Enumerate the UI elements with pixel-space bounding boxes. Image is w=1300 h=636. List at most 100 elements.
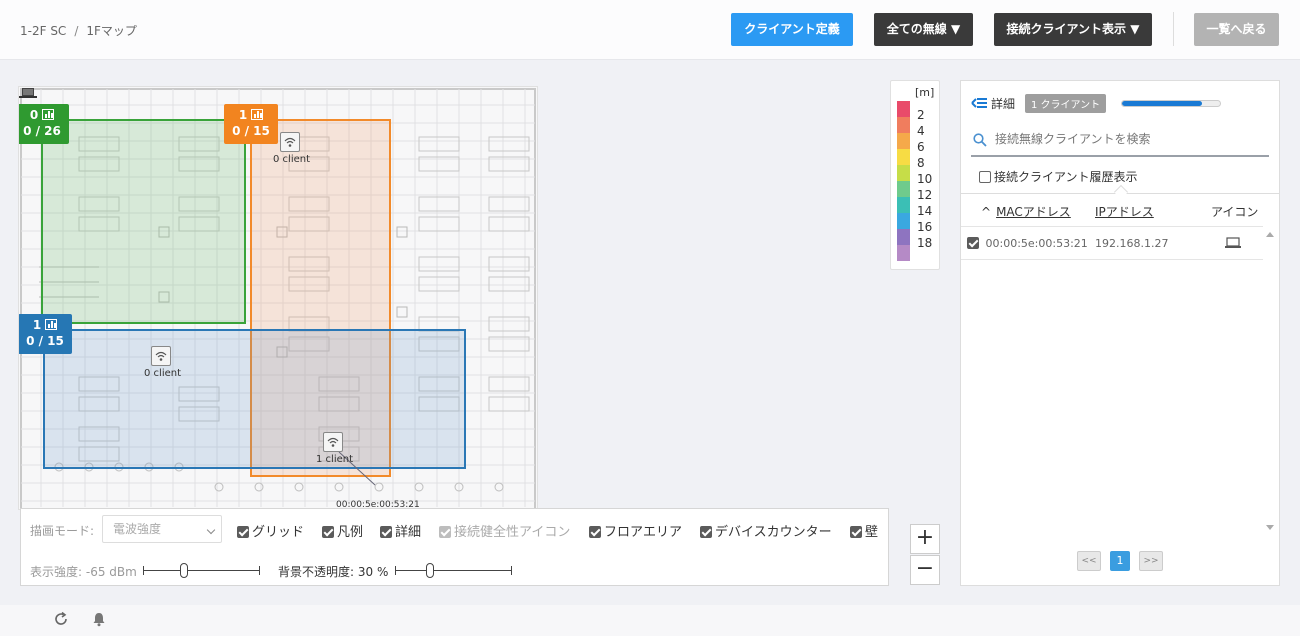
collapse-panel-icon[interactable] bbox=[971, 97, 987, 109]
legend-swatch bbox=[897, 197, 910, 213]
table-scrollbar[interactable] bbox=[1263, 226, 1277, 534]
option-device-counter[interactable]: デバイスカウンター bbox=[700, 521, 832, 540]
client-count-badge: 1 クライアント bbox=[1025, 94, 1107, 113]
refresh-icon[interactable] bbox=[53, 611, 69, 627]
legend-swatch bbox=[897, 165, 910, 181]
history-checkbox[interactable] bbox=[979, 171, 991, 183]
details-header[interactable]: 詳細 bbox=[971, 95, 1015, 112]
laptop-icon[interactable] bbox=[19, 87, 37, 99]
legend-swatch bbox=[897, 213, 910, 229]
signal-legend: [m] 2 4 6 8 10 12 14 16 18 bbox=[890, 80, 940, 270]
opacity-slider-track[interactable] bbox=[395, 566, 512, 575]
device-counter-blue[interactable]: 1 0 / 15 bbox=[19, 314, 72, 354]
counter-value: 0 bbox=[29, 108, 39, 122]
legend-level: 10 bbox=[917, 172, 933, 186]
bell-icon[interactable] bbox=[92, 611, 106, 627]
option-details[interactable]: 詳細 bbox=[380, 521, 421, 540]
row-mac: 00:00:5e:00:53:21 bbox=[967, 237, 1088, 250]
details-panel: 詳細 1 クライアント 接続クライアント履歴表示 ^MACアドレス IPアドレス… bbox=[960, 80, 1280, 586]
walls-checkbox[interactable] bbox=[850, 526, 862, 538]
legend-level: 2 bbox=[917, 108, 925, 122]
details-checkbox[interactable] bbox=[380, 526, 392, 538]
scroll-down-arrow[interactable] bbox=[1266, 525, 1274, 530]
floor-area-checkbox[interactable] bbox=[589, 526, 601, 538]
client-link-line bbox=[338, 451, 376, 486]
column-header-ip[interactable]: IPアドレス bbox=[1095, 203, 1154, 220]
legend-level: 6 bbox=[917, 140, 925, 154]
header-bar: 1-2F SC / 1Fマップ クライアント定義 全ての無線 ▼ 接続クライアント表… bbox=[0, 0, 1300, 60]
bar-chart-icon bbox=[42, 109, 55, 120]
device-counter-orange[interactable]: 1 0 / 15 bbox=[224, 104, 278, 144]
pager-prev-button[interactable]: << bbox=[1077, 551, 1101, 571]
header-divider bbox=[1173, 12, 1174, 46]
panel-divider-caret bbox=[1113, 184, 1129, 200]
load-progress-bar bbox=[1121, 100, 1221, 107]
option-grid[interactable]: グリッド bbox=[237, 521, 304, 540]
zoom-out-button[interactable]: − bbox=[910, 555, 940, 585]
laptop-icon bbox=[1225, 237, 1241, 248]
ap-client-count: 0 client bbox=[144, 368, 182, 379]
ap-client-count: 0 client bbox=[273, 154, 311, 165]
history-toggle[interactable]: 接続クライアント履歴表示 bbox=[979, 168, 1138, 185]
bar-chart-icon bbox=[251, 109, 264, 120]
mode-select[interactable]: 電波強度 bbox=[102, 515, 222, 543]
all-wireless-dropdown[interactable]: 全ての無線 ▼ bbox=[874, 13, 973, 46]
grid-checkbox[interactable] bbox=[237, 526, 249, 538]
device-counter-green[interactable]: 0 0 / 26 bbox=[19, 104, 69, 144]
sort-indicator: ^ bbox=[981, 205, 992, 219]
legend-level: 8 bbox=[917, 156, 925, 170]
floor-map[interactable]: 0 0 / 26 1 0 / 15 1 0 / 15 0 client 0 cl… bbox=[18, 86, 538, 510]
search-icon bbox=[973, 133, 987, 147]
access-point-icon[interactable] bbox=[151, 346, 171, 366]
legend-swatch bbox=[897, 229, 910, 245]
mode-label: 描画モード: bbox=[30, 524, 95, 538]
legend-unit: [m] bbox=[915, 86, 935, 99]
breadcrumb-separator: / bbox=[74, 24, 79, 38]
mode-value: 電波強度 bbox=[113, 522, 162, 536]
access-point-icon[interactable] bbox=[323, 432, 343, 452]
device-counter-checkbox[interactable] bbox=[700, 526, 712, 538]
legend-checkbox[interactable] bbox=[322, 526, 334, 538]
access-point-icon[interactable] bbox=[280, 132, 300, 152]
opacity-label: 背景不透明度: 30 % bbox=[278, 565, 389, 579]
show-clients-dropdown[interactable]: 接続クライアント表示 ▼ bbox=[994, 13, 1152, 46]
display-controls: 描画モード: 電波強度 グリッド 凡例 詳細 接続健全性アイコン フロアエリア … bbox=[20, 508, 889, 586]
scroll-up-arrow[interactable] bbox=[1266, 232, 1274, 237]
pager-current-page[interactable]: 1 bbox=[1110, 551, 1130, 571]
opacity-slider-thumb[interactable] bbox=[426, 563, 435, 578]
search-input[interactable] bbox=[995, 132, 1265, 146]
bar-chart-icon bbox=[45, 319, 58, 330]
footer-bar bbox=[0, 605, 1300, 636]
counter-value: 1 bbox=[238, 108, 248, 122]
row-checkbox[interactable] bbox=[967, 237, 979, 249]
client-search bbox=[971, 125, 1269, 157]
option-walls[interactable]: 壁 bbox=[850, 521, 878, 540]
counter-ratio: 0 / 15 bbox=[232, 124, 270, 138]
legend-swatch bbox=[897, 245, 910, 261]
column-header-icon: アイコン bbox=[1211, 205, 1259, 219]
option-floor-area[interactable]: フロアエリア bbox=[589, 521, 682, 540]
signal-slider-track[interactable] bbox=[143, 566, 260, 575]
history-label: 接続クライアント履歴表示 bbox=[994, 170, 1138, 184]
chevron-down-icon bbox=[206, 525, 216, 535]
back-to-list-button[interactable]: 一覧へ戻る bbox=[1194, 13, 1279, 46]
legend-swatch bbox=[897, 149, 910, 165]
legend-level: 4 bbox=[917, 124, 925, 138]
breadcrumb-item-map: 1Fマップ bbox=[86, 24, 137, 38]
zoom-in-button[interactable]: + bbox=[910, 524, 940, 554]
define-client-button[interactable]: クライアント定義 bbox=[731, 13, 853, 46]
column-header-mac[interactable]: ^ MACアドレス bbox=[981, 203, 1071, 220]
row-ip: 192.168.1.27 bbox=[1095, 237, 1169, 250]
option-legend[interactable]: 凡例 bbox=[322, 521, 363, 540]
ap-client-count: 1 client bbox=[316, 454, 354, 465]
health-icon-checkbox bbox=[439, 526, 451, 538]
pager-next-button[interactable]: >> bbox=[1139, 551, 1163, 571]
legend-level: 14 bbox=[917, 204, 933, 218]
legend-swatch bbox=[897, 101, 910, 117]
legend-swatch bbox=[897, 117, 910, 133]
counter-ratio: 0 / 26 bbox=[23, 124, 61, 138]
breadcrumb-item-site[interactable]: 1-2F SC bbox=[20, 24, 66, 38]
signal-slider-thumb[interactable] bbox=[179, 563, 188, 578]
legend-swatch bbox=[897, 181, 910, 197]
table-row[interactable]: 00:00:5e:00:53:21 192.168.1.27 bbox=[961, 226, 1263, 260]
